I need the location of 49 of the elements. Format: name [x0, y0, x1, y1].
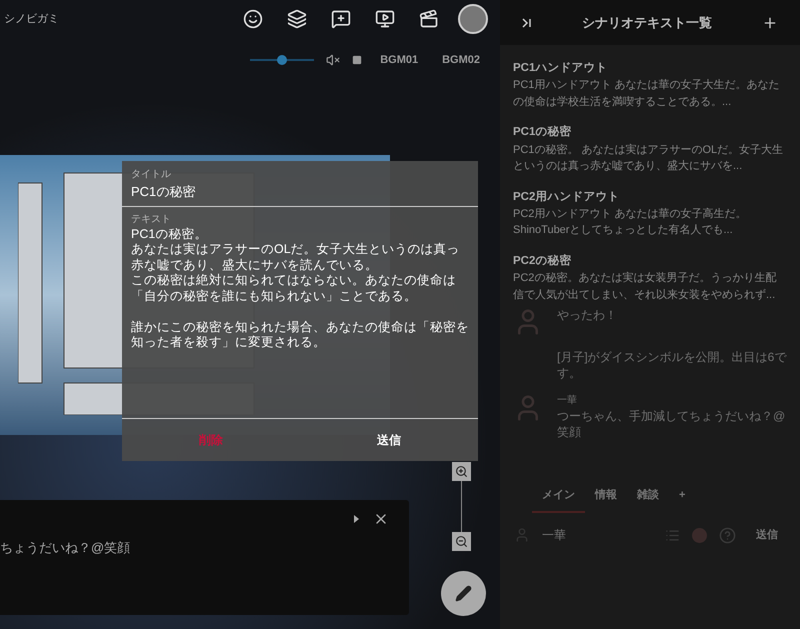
item-title: PC1ハンドアウト — [513, 61, 608, 76]
screen-play-icon[interactable] — [375, 9, 395, 29]
scenario-item[interactable]: PC1ハンドアウト PC1用ハンドアウト あなたは華の女子大生だ。あなたの使命は学校生活を満喫することである。... — [513, 60, 787, 110]
item-title: PC2用ハンドアウト — [513, 190, 620, 204]
play-icon[interactable] — [354, 515, 359, 523]
item-preview: PC2の秘密。あなたは実は女装男子だ。うっかり生配信で人気が出てしまい、それ以来女装をやめられず... — [513, 270, 778, 302]
collapse-icon[interactable] — [522, 18, 532, 28]
item-preview: PC2用ハンドアウト あなたは華の女子高生だ。ShinoTuberとしてちょっとした有名人でも... — [513, 206, 748, 238]
panel-title: シナリオテキスト一覧 — [581, 14, 713, 32]
scenario-item[interactable]: PC1の秘密 PC1の秘密。 あなたは実はアラサーのOLだ。女子大生というのは真っ赤な嘘であり、盛大にサバを... — [513, 124, 787, 174]
bgm-button[interactable]: BGM01 — [374, 52, 424, 68]
send-button[interactable]: 送信 — [300, 431, 478, 449]
text-field[interactable]: PC1の秘密。 あなたは実はアラサーのOLだ。女子大生というのは真っ赤な嘘であり、盛大にサバを読んでいる。 この秘密は絶対に知られてはならない。あなたの使命は「自分の秘密を誰にも知られない」ことである。 誰かにこの秘密を知られた場合、あなたの使命は「秘密を知った者を殺す」に変更される。 — [131, 226, 469, 366]
zoom-out-button[interactable] — [452, 532, 471, 551]
pencil-icon — [455, 585, 472, 602]
chat-tab[interactable]: メイン — [532, 486, 585, 513]
volume-thumb[interactable] — [277, 55, 288, 65]
title-label: タイトル — [131, 168, 172, 182]
add-icon[interactable] — [762, 14, 778, 30]
edit-fab[interactable] — [441, 571, 486, 616]
stop-icon[interactable] — [352, 55, 362, 65]
chat-message: ちょうだいね？@笑顔 — [0, 539, 132, 557]
clapperboard-icon[interactable] — [419, 9, 439, 29]
send-button[interactable]: 送信 — [748, 526, 786, 544]
item-preview: PC1の秘密。 あなたは実はアラサーのOLだ。女子大生というのは真っ赤な嘘であり、盛大にサバを... — [513, 142, 784, 174]
zoom-in-icon — [455, 465, 468, 478]
log-message: やったわ！ — [557, 307, 617, 323]
layers-icon[interactable] — [287, 9, 307, 29]
chat-tab[interactable]: + — [669, 486, 696, 513]
sender-name: 一華 — [557, 394, 578, 408]
zoom-in-button[interactable] — [452, 462, 471, 481]
add-note-icon[interactable] — [331, 9, 351, 29]
chat-tab[interactable]: 情報 — [585, 486, 627, 513]
text-label: テキスト — [131, 212, 172, 226]
room-title: シノビガミ — [4, 12, 59, 27]
scenario-item[interactable]: PC2の秘密 PC2の秘密。あなたは実は女装男子だ。うっかり生配信で人気が出てしまい、それ以来女装をやめられず... — [513, 252, 787, 303]
character-name: 一華 — [542, 527, 567, 544]
user-avatar[interactable] — [458, 4, 488, 34]
mute-icon[interactable] — [326, 53, 340, 67]
chat-tab[interactable]: 雑談 — [627, 486, 669, 513]
item-title: PC2の秘密 — [513, 253, 572, 269]
log-message: [月子]がダイスシンボルを公開。出目は6です。 — [557, 349, 787, 381]
bgm-button[interactable]: BGM02 — [436, 52, 486, 68]
item-preview: PC1用ハンドアウト あなたは華の女子大生だ。あなたの使命は学校生活を満喫することである。... — [513, 78, 780, 110]
zoom-out-icon — [455, 535, 468, 548]
log-message: つーちゃん、手加減してちょうだいね？@笑顔 — [557, 408, 786, 440]
title-field[interactable]: PC1の秘密 — [131, 182, 469, 202]
scenario-item[interactable]: PC2用ハンドアウト PC2用ハンドアウト あなたは華の女子高生だ。ShinoTuberとしてちょっとした有名人でも... — [513, 188, 787, 239]
item-title: PC1の秘密 — [513, 124, 572, 140]
